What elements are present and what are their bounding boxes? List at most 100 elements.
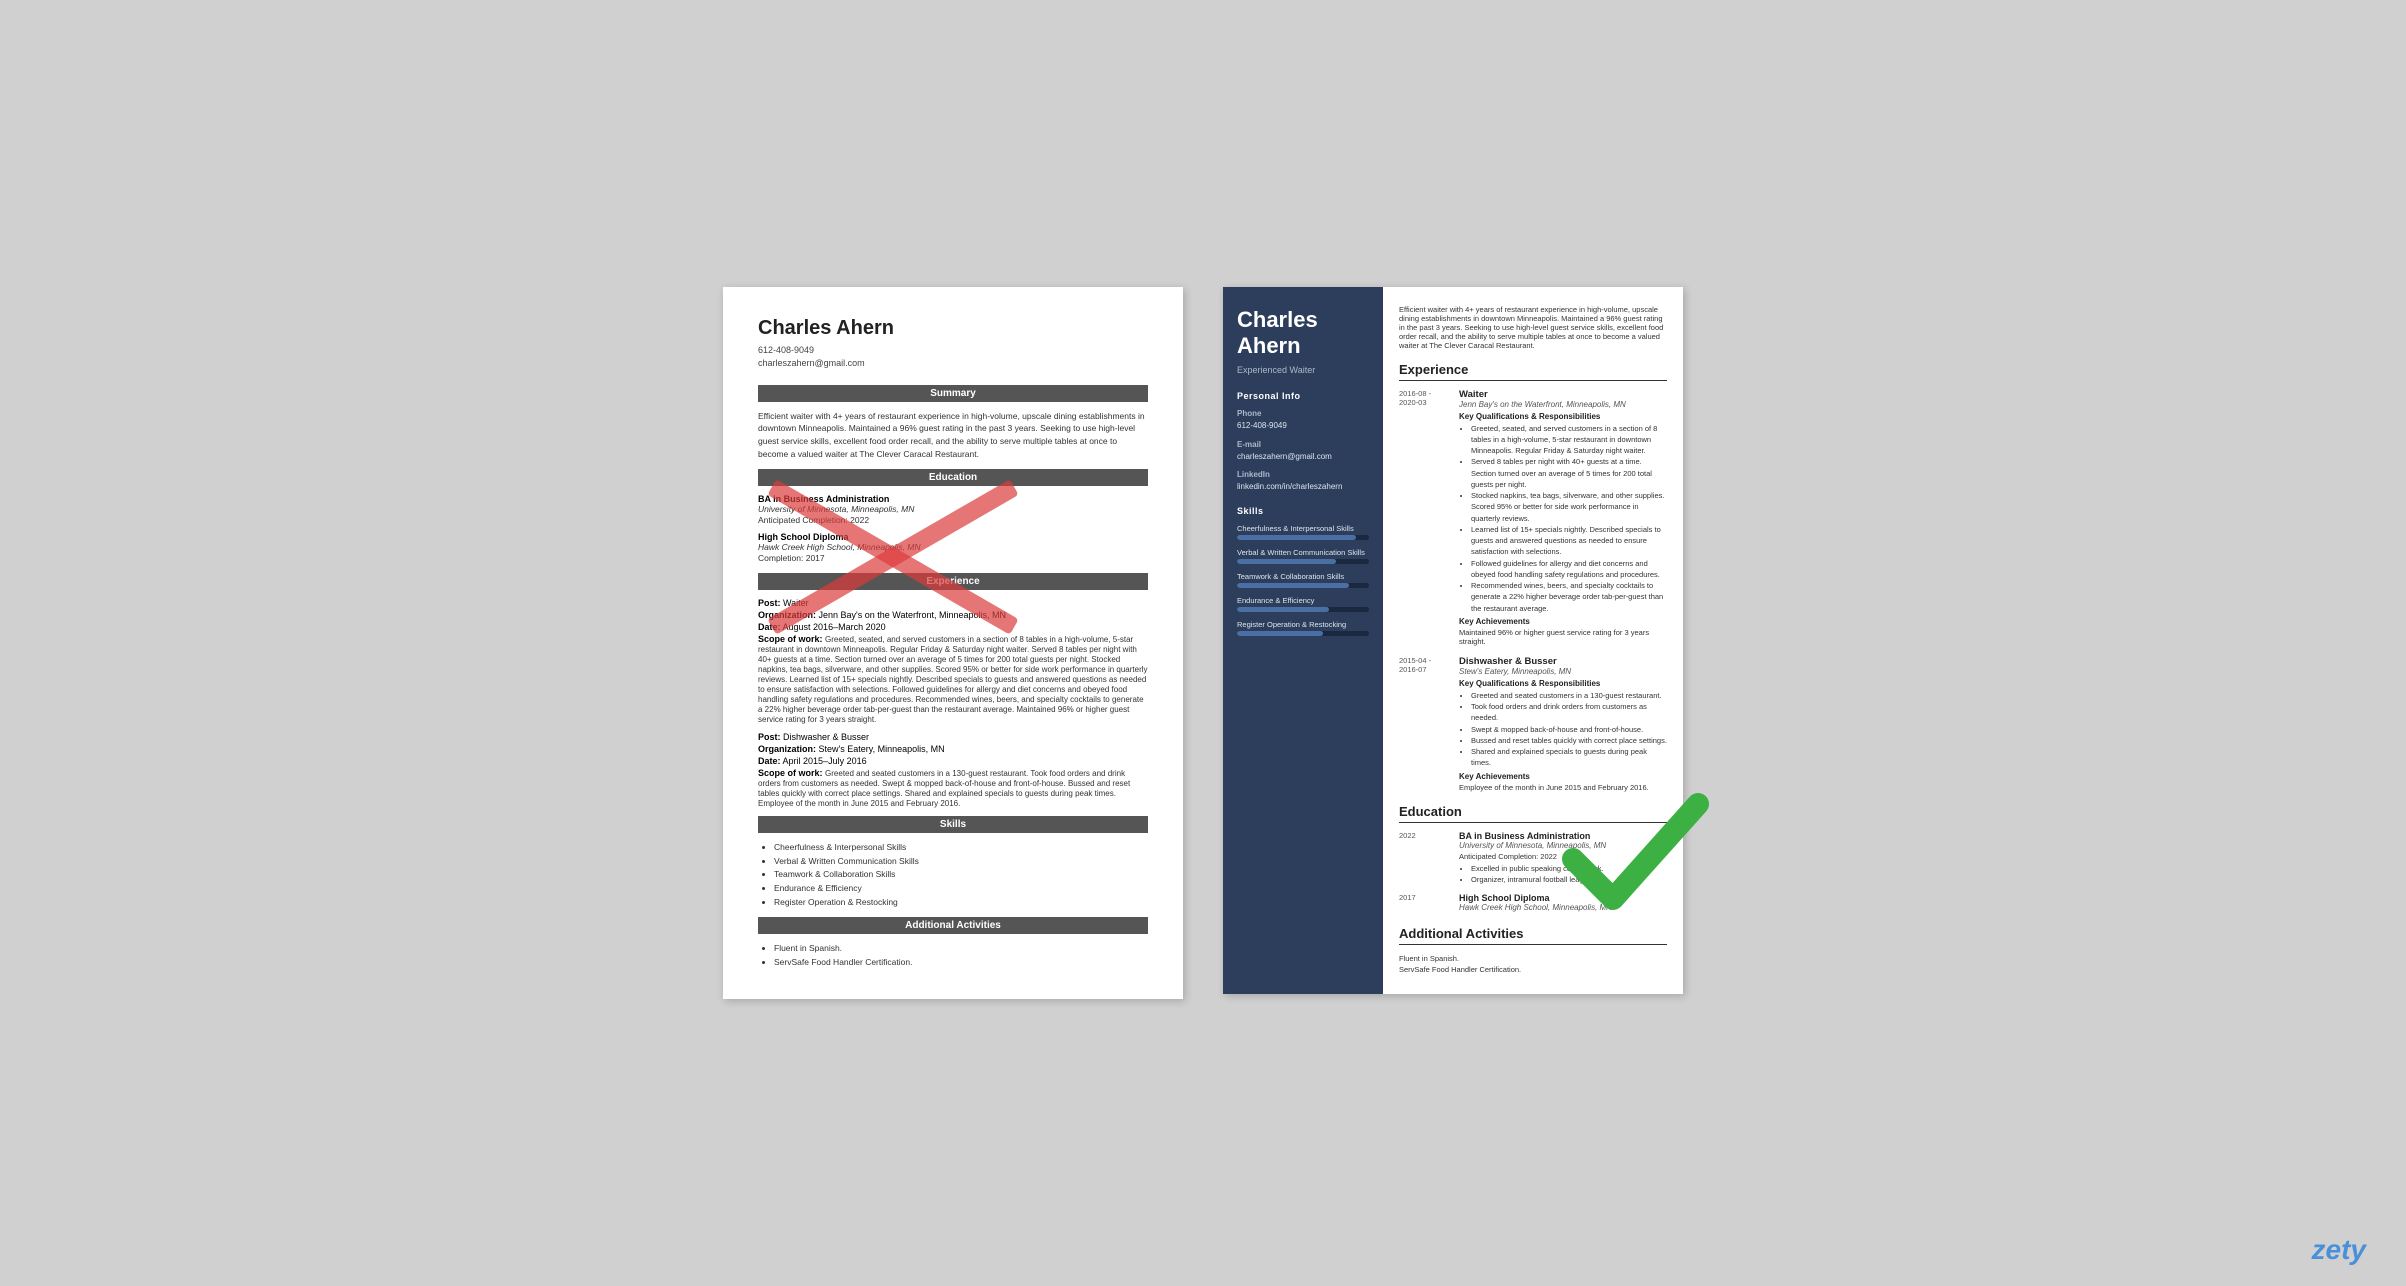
skill-bar-5: Register Operation & Restocking	[1237, 620, 1369, 636]
skill-bar-fill-5	[1237, 631, 1323, 636]
left-additional-list: Fluent in Spanish. ServSafe Food Handler…	[758, 942, 1148, 969]
right-edu-1-school: University of Minnesota, Minneapolis, MN	[1459, 841, 1667, 850]
main-content: Efficient waiter with 4+ years of restau…	[1383, 287, 1683, 994]
right-exp-1-bullets: Greeted, seated, and served customers in…	[1459, 423, 1667, 614]
right-additional-2: ServSafe Food Handler Certification.	[1399, 964, 1667, 975]
right-edu-2-details: High School Diploma Hawk Creek High Scho…	[1459, 893, 1667, 912]
sidebar-linkedin: linkedin.com/in/charleszahern	[1237, 481, 1369, 492]
right-exp-2-title: Dishwasher & Busser	[1459, 656, 1667, 667]
left-skills-list: Cheerfulness & Interpersonal Skills Verb…	[758, 841, 1148, 909]
right-edu-1-b2: Organizer, intramural football league.	[1471, 874, 1667, 885]
left-edu-1-school: University of Minnesota, Minneapolis, MN	[758, 504, 1148, 514]
left-edu-2-school: Hawk Creek High School, Minneapolis, MN	[758, 542, 1148, 552]
skill-name-3: Teamwork & Collaboration Skills	[1237, 572, 1369, 581]
right-exp-1-b1: Greeted, seated, and served customers in…	[1471, 423, 1667, 457]
resume-left: Charles Ahern 612-408-9049 charleszahern…	[723, 287, 1183, 1000]
left-exp-1-post: Post: Waiter	[758, 598, 1148, 608]
right-edu-2-school: Hawk Creek High School, Minneapolis, MN	[1459, 903, 1667, 912]
left-email: charleszahern@gmail.com	[758, 357, 1148, 371]
skill-name-5: Register Operation & Restocking	[1237, 620, 1369, 629]
left-summary-text: Efficient waiter with 4+ years of restau…	[758, 410, 1148, 461]
left-edu-1-degree: BA in Business Administration	[758, 494, 1148, 504]
right-exp-2-ach: Employee of the month in June 2015 and F…	[1459, 783, 1667, 792]
right-edu-1-degree: BA in Business Administration	[1459, 831, 1667, 841]
left-additional-2: ServSafe Food Handler Certification.	[774, 956, 1148, 970]
skill-bar-fill-4	[1237, 607, 1329, 612]
right-summary: Efficient waiter with 4+ years of restau…	[1399, 305, 1667, 350]
right-exp-2: 2015-04 - 2016-07 Dishwasher & Busser St…	[1399, 656, 1667, 792]
left-exp-1-org: Organization: Jenn Bay's on the Waterfro…	[758, 610, 1148, 620]
right-exp-1-ach: Maintained 96% or higher guest service r…	[1459, 628, 1667, 646]
skill-bar-4: Endurance & Efficiency	[1237, 596, 1369, 612]
skill-bar-2: Verbal & Written Communication Skills	[1237, 548, 1369, 564]
left-exp-entries: Post: Waiter Organization: Jenn Bay's on…	[758, 598, 1148, 808]
right-exp-1-b3: Stocked napkins, tea bags, silverware, a…	[1471, 490, 1667, 524]
left-edu-1-completion: Anticipated Completion: 2022	[758, 514, 1148, 527]
skill-bar-fill-2	[1237, 559, 1336, 564]
right-exp-2-b1: Greeted and seated customers in a 130-gu…	[1471, 690, 1667, 701]
right-exp-2-b2: Took food orders and drink orders from c…	[1471, 701, 1667, 724]
right-exp-2-b4: Bussed and reset tables quickly with cor…	[1471, 735, 1667, 746]
left-exp-2-scope: Scope of work: Greeted and seated custom…	[758, 768, 1148, 808]
left-exp-1: Post: Waiter Organization: Jenn Bay's on…	[758, 598, 1148, 724]
left-additional-header: Additional Activities	[758, 917, 1148, 934]
right-exp-1-b6: Recommended wines, beers, and specialty …	[1471, 580, 1667, 614]
resume-right: CharlesAhern Experienced Waiter Personal…	[1223, 287, 1683, 994]
right-exp-1-title: Waiter	[1459, 389, 1667, 400]
skill-bar-3: Teamwork & Collaboration Skills	[1237, 572, 1369, 588]
left-exp-2: Post: Dishwasher & Busser Organization: …	[758, 732, 1148, 808]
left-edu-2-degree: High School Diploma	[758, 532, 1148, 542]
right-exp-1-date: 2016-08 - 2020-03	[1399, 389, 1454, 407]
left-exp-1-scope: Scope of work: Greeted, seated, and serv…	[758, 634, 1148, 724]
right-experience-title: Experience	[1399, 362, 1667, 381]
left-name: Charles Ahern	[758, 317, 1148, 340]
right-exp-1: 2016-08 - 2020-03 Waiter Jenn Bay's on t…	[1399, 389, 1667, 646]
right-edu-1-bullets: Excelled in public speaking coursework. …	[1459, 863, 1667, 886]
left-skill-3: Teamwork & Collaboration Skills	[774, 868, 1148, 882]
right-exp-1-b4: Learned list of 15+ specials nightly. De…	[1471, 524, 1667, 558]
right-exp-1-b5: Followed guidelines for allergy and diet…	[1471, 558, 1667, 581]
left-edu-2: High School Diploma Hawk Creek High Scho…	[758, 532, 1148, 565]
left-edu-1: BA in Business Administration University…	[758, 494, 1148, 527]
skill-bar-track-1	[1237, 535, 1369, 540]
right-exp-2-company: Stew's Eatery, Minneapolis, MN	[1459, 667, 1667, 676]
skill-bar-track-4	[1237, 607, 1369, 612]
skill-name-4: Endurance & Efficiency	[1237, 596, 1369, 605]
left-exp-2-post: Post: Dishwasher & Busser	[758, 732, 1148, 742]
skill-name-1: Cheerfulness & Interpersonal Skills	[1237, 524, 1369, 533]
left-education-header: Education	[758, 469, 1148, 486]
right-edu-2-date: 2017	[1399, 893, 1454, 902]
right-exp-1-company: Jenn Bay's on the Waterfront, Minneapoli…	[1459, 400, 1667, 409]
left-skill-5: Register Operation & Restocking	[774, 896, 1148, 910]
right-edu-1-completion: Anticipated Completion: 2022	[1459, 852, 1667, 861]
right-exp-2-b5: Shared and explained specials to guests …	[1471, 746, 1667, 769]
left-experience-header: Experience	[758, 573, 1148, 590]
sidebar-email: charleszahern@gmail.com	[1237, 451, 1369, 462]
right-resume-wrapper: CharlesAhern Experienced Waiter Personal…	[1223, 287, 1683, 994]
right-edu-2-degree: High School Diploma	[1459, 893, 1667, 903]
page-container: Charles Ahern 612-408-9049 charleszahern…	[723, 287, 1683, 1000]
skill-bar-1: Cheerfulness & Interpersonal Skills	[1237, 524, 1369, 540]
left-summary-header: Summary	[758, 385, 1148, 402]
left-exp-2-org: Organization: Stew's Eatery, Minneapolis…	[758, 744, 1148, 754]
zety-logo: zety	[2312, 1234, 2366, 1266]
right-exp-1-key-title: Key Qualifications & Responsibilities	[1459, 412, 1667, 421]
right-edu-1-date: 2022	[1399, 831, 1454, 840]
right-education-title: Education	[1399, 804, 1667, 823]
right-exp-2-b3: Swept & mopped back-of-house and front-o…	[1471, 724, 1667, 735]
left-skill-1: Cheerfulness & Interpersonal Skills	[774, 841, 1148, 855]
right-additional-title: Additional Activities	[1399, 926, 1667, 945]
phone-label: Phone	[1237, 409, 1369, 418]
email-label: E-mail	[1237, 440, 1369, 449]
right-title: Experienced Waiter	[1237, 365, 1369, 375]
left-contact: 612-408-9049 charleszahern@gmail.com	[758, 344, 1148, 371]
personal-info-title: Personal Info	[1237, 391, 1369, 401]
right-exp-2-bullets: Greeted and seated customers in a 130-gu…	[1459, 690, 1667, 769]
right-exp-2-details: Dishwasher & Busser Stew's Eatery, Minne…	[1459, 656, 1667, 792]
left-skill-2: Verbal & Written Communication Skills	[774, 855, 1148, 869]
left-exp-1-date: Date: August 2016–March 2020	[758, 622, 1148, 632]
right-exp-1-b2: Served 8 tables per night with 40+ guest…	[1471, 456, 1667, 490]
right-edu-1-details: BA in Business Administration University…	[1459, 831, 1667, 886]
right-exp-2-ach-title: Key Achievements	[1459, 772, 1667, 781]
left-edu-2-completion: Completion: 2017	[758, 552, 1148, 565]
